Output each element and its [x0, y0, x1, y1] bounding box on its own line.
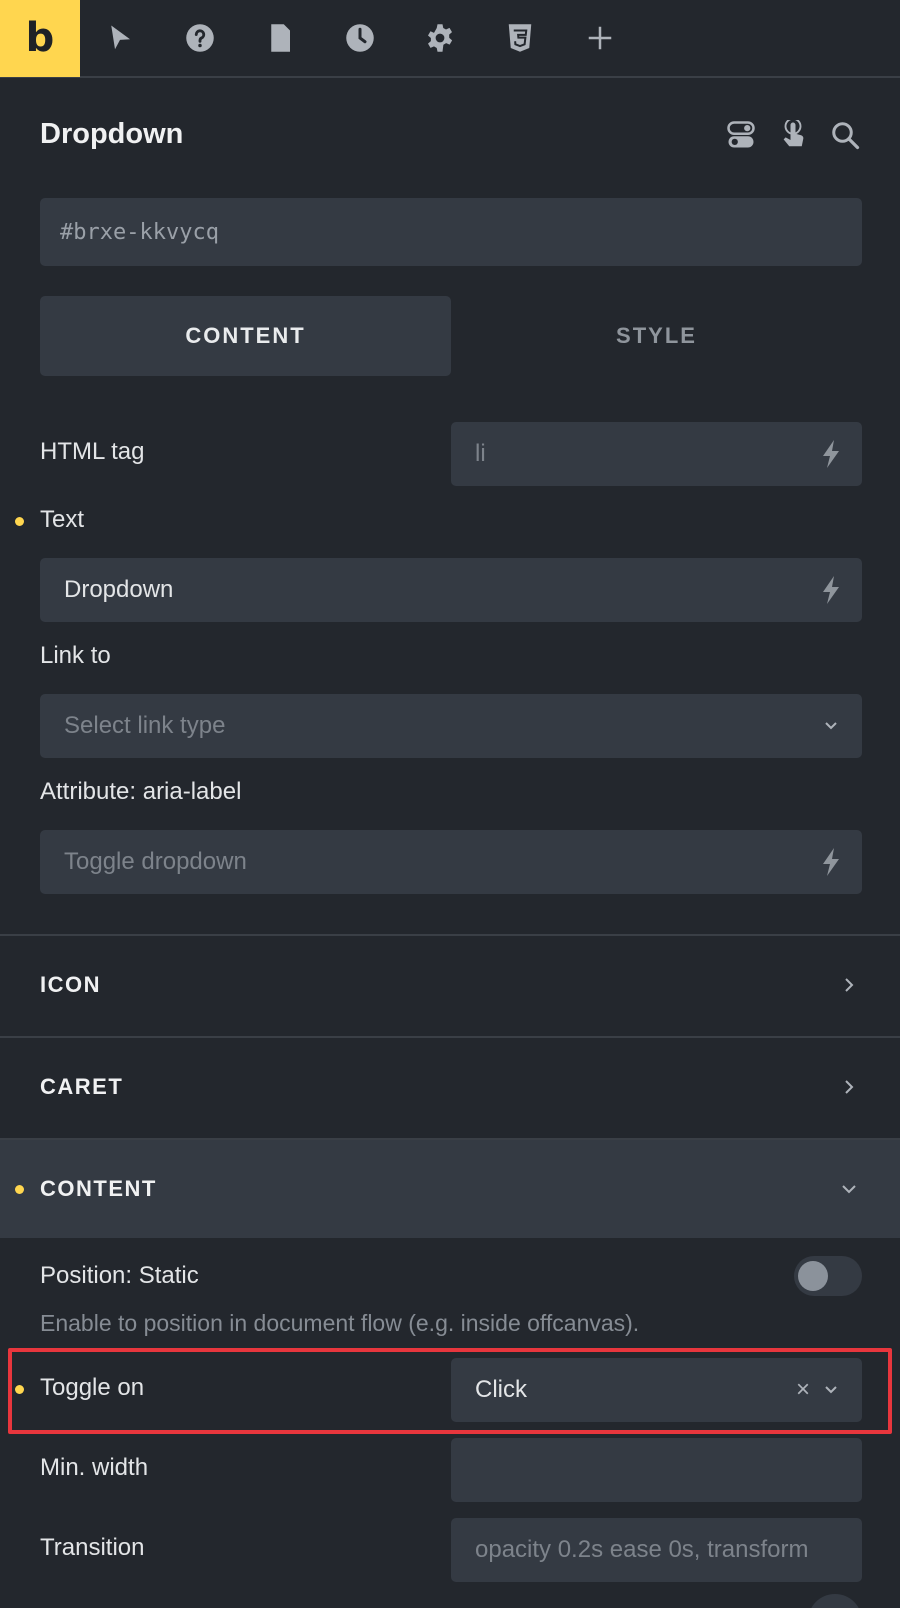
settings-icon[interactable]	[400, 0, 480, 77]
top-toolbar: b	[0, 0, 900, 78]
position-static-label: Position: Static	[40, 1262, 199, 1289]
chevron-right-icon	[838, 1076, 860, 1098]
modified-indicator-dot	[15, 1185, 24, 1194]
toggle-on-label: Toggle on	[40, 1374, 145, 1401]
css3-icon[interactable]	[480, 0, 560, 77]
help-icon[interactable]	[160, 0, 240, 77]
pointer-hand-icon[interactable]	[778, 118, 808, 152]
panel-title: Dropdown	[40, 118, 184, 150]
tab-style[interactable]: STYLE	[451, 296, 862, 376]
scroll-handle[interactable]	[808, 1594, 862, 1608]
link-type-placeholder: Select link type	[64, 712, 226, 739]
dynamic-data-icon[interactable]	[818, 440, 844, 468]
cursor-icon[interactable]	[80, 0, 160, 77]
section-content-title: CONTENT	[40, 1176, 157, 1201]
toggle-on-value: Click	[475, 1376, 527, 1403]
chevron-down-icon[interactable]	[820, 1378, 842, 1400]
position-static-hint: Enable to position in document flow (e.g…	[40, 1310, 640, 1336]
section-content[interactable]: CONTENT	[0, 1138, 900, 1238]
element-id-field[interactable]: #brxe-kkvycq	[40, 198, 862, 266]
transition-label: Transition	[40, 1534, 145, 1561]
text-label: Text	[40, 506, 85, 533]
add-icon[interactable]	[560, 0, 640, 77]
bricks-logo[interactable]: b	[0, 0, 80, 77]
panel-tabs: CONTENT STYLE	[40, 296, 862, 376]
history-icon[interactable]	[320, 0, 400, 77]
search-icon[interactable]	[830, 118, 860, 152]
aria-label-input[interactable]: Toggle dropdown	[40, 830, 862, 894]
toggle-switch-icon[interactable]	[726, 118, 756, 152]
tab-content[interactable]: CONTENT	[40, 296, 451, 376]
html-tag-placeholder: li	[475, 440, 486, 467]
dynamic-data-icon[interactable]	[818, 848, 844, 876]
chevron-right-icon	[838, 974, 860, 996]
link-type-select[interactable]: Select link type	[40, 694, 862, 758]
modified-indicator-dot	[15, 1385, 24, 1394]
modified-indicator-dot	[15, 517, 24, 526]
html-tag-label: HTML tag	[40, 438, 145, 465]
page-icon[interactable]	[240, 0, 320, 77]
chevron-down-icon	[820, 714, 842, 736]
transition-placeholder: opacity 0.2s ease 0s, transform	[475, 1536, 809, 1563]
aria-label-label: Attribute: aria-label	[40, 778, 242, 805]
link-to-label: Link to	[40, 642, 111, 669]
min-width-label: Min. width	[40, 1454, 149, 1481]
dynamic-data-icon[interactable]	[818, 576, 844, 604]
aria-label-placeholder: Toggle dropdown	[64, 848, 247, 875]
section-caret-title: CARET	[40, 1074, 124, 1099]
section-caret[interactable]: CARET	[0, 1036, 900, 1136]
toggle-on-select[interactable]: Click ×	[451, 1358, 862, 1422]
transition-input[interactable]: opacity 0.2s ease 0s, transform	[451, 1518, 862, 1582]
html-tag-input[interactable]: li	[451, 422, 862, 486]
text-value: Dropdown	[64, 576, 174, 603]
section-icon[interactable]: ICON	[0, 934, 900, 1034]
min-width-input[interactable]	[451, 1438, 862, 1502]
toggle-knob	[798, 1261, 828, 1291]
clear-icon[interactable]: ×	[796, 1376, 810, 1404]
section-icon-title: ICON	[40, 972, 101, 997]
text-input[interactable]: Dropdown	[40, 558, 862, 622]
chevron-down-icon	[838, 1178, 860, 1200]
position-static-toggle[interactable]	[794, 1256, 862, 1296]
